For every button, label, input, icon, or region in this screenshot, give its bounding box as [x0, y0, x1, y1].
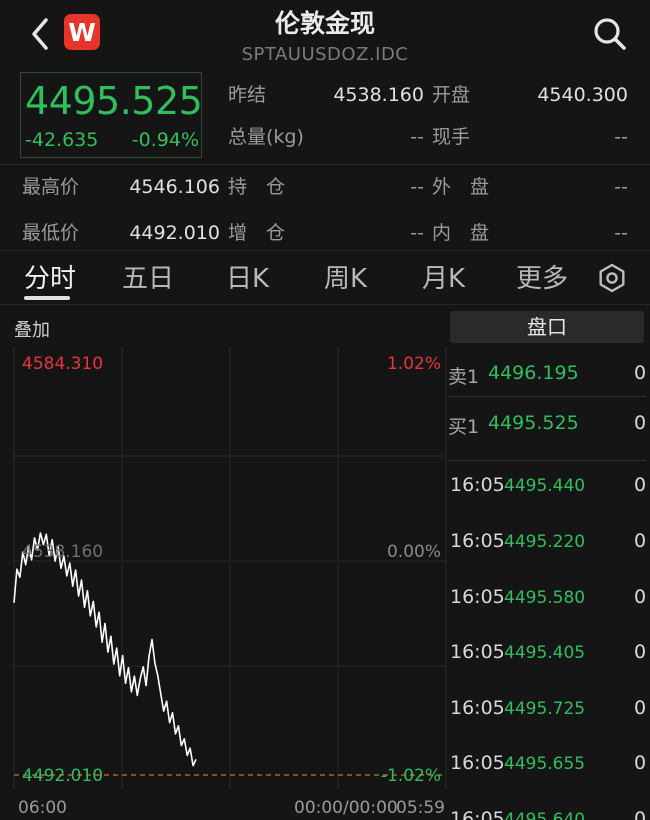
price-change-pct: -0.94%: [131, 129, 199, 151]
prev-close-label: 昨结: [228, 84, 267, 106]
sell1-label: 卖1: [448, 366, 480, 388]
y-axis-mid-pct: 0.00%: [387, 542, 441, 562]
high-value: 4546.106: [129, 176, 220, 198]
x-axis-start-time: 06:00: [18, 798, 67, 818]
open-label: 开盘: [432, 84, 471, 106]
inner-value: --: [614, 222, 628, 244]
current-hand-value: --: [614, 126, 628, 148]
y-axis-bottom-price: 4492.010: [22, 766, 103, 786]
trade-price: 4495.580: [504, 588, 586, 608]
y-axis-top-price: 4584.310: [22, 354, 103, 374]
position-value: --: [410, 176, 424, 198]
price-change: -42.635: [25, 129, 99, 151]
add-position-value: --: [410, 222, 424, 244]
trade-time: 16:05: [450, 752, 505, 774]
price-box: 4495.525 -42.635 -0.94%: [20, 72, 203, 158]
instrument-code: SPTAUUSDOZ.IDC: [241, 44, 409, 65]
volume-value: --: [410, 126, 424, 148]
trade-volume: 0: [634, 752, 647, 774]
low-label: 最低价: [22, 222, 80, 244]
trade-volume: 0: [634, 586, 647, 608]
page-title: 伦敦金现: [274, 9, 375, 38]
y-axis-bottom-pct: -1.02%: [381, 766, 441, 786]
buy1-price: 4495.525: [488, 412, 579, 434]
price-line: [13, 532, 197, 767]
prev-close-value: 4538.160: [333, 84, 424, 106]
trade-volume: 0: [634, 808, 647, 820]
trade-volume: 0: [634, 641, 647, 663]
trade-time: 16:05: [450, 808, 505, 820]
divider: [0, 250, 650, 251]
trade-time: 16:05: [450, 586, 505, 608]
trade-price: 4495.405: [504, 643, 586, 663]
divider: [448, 396, 646, 397]
y-axis-mid-price: 4538.160: [22, 542, 103, 562]
trade-time: 16:05: [450, 530, 505, 552]
divider: [0, 164, 650, 165]
settings-icon[interactable]: [596, 262, 628, 294]
x-axis-end-time: 05:59: [396, 798, 445, 818]
y-axis-top-pct: 1.02%: [387, 354, 441, 374]
trade-price: 4495.220: [504, 532, 586, 552]
trade-price: 4495.725: [504, 699, 586, 719]
x-axis-mid-time: 00:00/00:00: [294, 798, 398, 818]
tab-five-day[interactable]: 五日: [122, 258, 174, 295]
buy1-volume: 0: [634, 412, 647, 434]
trade-volume: 0: [634, 530, 647, 552]
tab-daily-k[interactable]: 日K: [226, 258, 269, 295]
sell1-price: 4496.195: [488, 362, 579, 384]
trade-time: 16:05: [450, 697, 505, 719]
current-hand-label: 现手: [432, 126, 471, 148]
sell1-volume: 0: [634, 362, 647, 384]
inner-label: 内 盘: [432, 222, 490, 244]
high-label: 最高价: [22, 176, 80, 198]
outer-label: 外 盘: [432, 176, 490, 198]
tab-more[interactable]: 更多: [516, 258, 568, 295]
add-position-label: 增 仓: [228, 222, 286, 244]
header: W 伦敦金现 SPTAUUSDOZ.IDC: [0, 0, 650, 70]
volume-label: 总量(kg): [228, 126, 304, 148]
trade-time: 16:05: [450, 641, 505, 663]
search-icon[interactable]: [590, 14, 630, 54]
tab-monthly-k[interactable]: 月K: [422, 258, 465, 295]
low-value: 4492.010: [129, 222, 220, 244]
divider: [448, 460, 646, 461]
order-book-tab[interactable]: 盘口: [450, 311, 644, 343]
tab-weekly-k[interactable]: 周K: [324, 258, 367, 295]
trade-price: 4495.440: [504, 476, 586, 496]
buy1-row: 买1 4495.525 0: [448, 412, 650, 452]
intraday-chart: 4584.310 1.02% 4538.160 0.00% 4492.010 -…: [13, 346, 447, 818]
last-price: 4495.525: [25, 79, 203, 123]
open-value: 4540.300: [537, 84, 628, 106]
outer-value: --: [614, 176, 628, 198]
buy1-label: 买1: [448, 416, 480, 438]
trade-volume: 0: [634, 697, 647, 719]
tab-intraday[interactable]: 分时: [24, 258, 76, 295]
chart-grid: [13, 346, 447, 790]
trade-volume: 0: [634, 474, 647, 496]
position-label: 持 仓: [228, 176, 286, 198]
trade-time: 16:05: [450, 474, 505, 496]
trade-price: 4495.655: [504, 754, 586, 774]
price-series-line: [13, 532, 197, 767]
trade-price: 4495.640: [504, 810, 586, 820]
